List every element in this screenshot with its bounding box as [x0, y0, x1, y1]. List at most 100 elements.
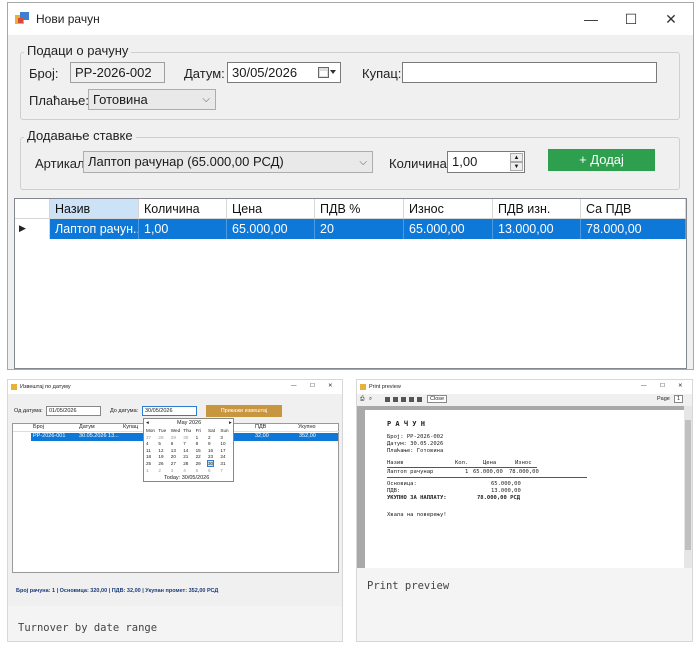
column-header[interactable]: Назив — [50, 199, 139, 219]
calendar-day[interactable]: 17 — [220, 448, 225, 453]
close-button[interactable]: ✕ — [651, 7, 691, 31]
table-cell[interactable]: 13.000,00 — [493, 219, 581, 239]
minimize-button[interactable]: — — [291, 383, 297, 389]
next-month-icon[interactable]: ▸ — [229, 420, 232, 426]
column-header[interactable]: Количина — [139, 199, 227, 219]
close-button[interactable]: ✕ — [678, 383, 683, 389]
three-pages-icon[interactable] — [401, 397, 406, 402]
calendar-day[interactable]: 27 — [146, 435, 151, 440]
column-header[interactable]: Износ — [404, 199, 493, 219]
calendar-day[interactable]: 8 — [196, 441, 199, 446]
calendar-day[interactable]: 11 — [146, 448, 151, 453]
calendar-day[interactable]: 6 — [171, 441, 174, 446]
table-cell[interactable]: Лаптоп рачун... — [50, 219, 139, 239]
column-header[interactable]: Са ПДВ — [581, 199, 686, 219]
calendar-day[interactable]: 15 — [196, 448, 201, 453]
column-header[interactable]: Цена — [227, 199, 315, 219]
maximize-button[interactable]: ☐ — [660, 383, 665, 389]
invoice-details-legend: Подаци о рачуну — [24, 43, 132, 58]
calendar-day[interactable]: 29 — [196, 461, 201, 466]
calendar-day[interactable]: 12 — [158, 448, 163, 453]
add-item-button[interactable]: + Додај — [548, 149, 655, 171]
calendar-day[interactable]: 22 — [196, 454, 201, 459]
calendar-day[interactable]: 2 — [208, 435, 211, 440]
app-icon — [11, 384, 17, 390]
status-bar: Број рачуна: 1 | Основица: 320,00 | ПДВ:… — [16, 588, 219, 594]
calendar-day[interactable]: 30 — [183, 435, 188, 440]
calendar-day[interactable]: 7 — [220, 468, 223, 473]
calendar-day[interactable]: 10 — [220, 441, 225, 446]
calendar-dropdown[interactable]: ◂ May 2026 ▸ Mon Tue Wed Thu Fri Sat Sun 27 28 29… — [143, 418, 234, 482]
calendar-day[interactable]: 27 — [171, 461, 176, 466]
table-cell[interactable]: 65.000,00 — [404, 219, 493, 239]
calendar-day[interactable]: 25 — [146, 461, 151, 466]
calendar-day[interactable]: 30 — [206, 460, 215, 467]
scrollbar-thumb[interactable] — [685, 420, 691, 550]
stepper-down-icon[interactable]: ▼ — [510, 162, 523, 171]
table-cell[interactable]: 78.000,00 — [581, 219, 686, 239]
prev-month-icon[interactable]: ◂ — [146, 420, 149, 426]
calendar-today[interactable]: Today: 30/05/2026 — [164, 475, 209, 481]
vertical-scrollbar[interactable] — [684, 406, 692, 568]
calendar-day[interactable]: 18 — [146, 454, 151, 459]
calendar-day[interactable]: 2 — [158, 468, 161, 473]
article-select[interactable]: Лаптоп рачунар (65.000,00 РСД) ⌵ — [83, 151, 373, 173]
calendar-day[interactable]: 16 — [208, 448, 213, 453]
row-header[interactable]: ▶ — [15, 219, 50, 239]
to-date-picker[interactable]: 30/05/2026 — [142, 406, 197, 416]
zoom-icon[interactable]: ⌕ — [369, 396, 372, 403]
calendar-day[interactable]: 5 — [158, 441, 161, 446]
maximize-button[interactable]: ☐ — [310, 383, 315, 389]
calendar-day[interactable]: 31 — [220, 461, 225, 466]
calendar-icon[interactable] — [318, 67, 336, 78]
show-report-button[interactable]: Прикажи извештај — [206, 405, 282, 417]
minimize-button[interactable]: — — [571, 7, 611, 31]
calendar-day[interactable]: 3 — [220, 435, 223, 440]
calendar-day[interactable]: 19 — [158, 454, 163, 459]
maximize-button[interactable]: ☐ — [611, 7, 651, 31]
close-button[interactable]: ✕ — [328, 383, 333, 389]
print-preview-thumbnail: Print preview — ☐ ✕ ⎙ ⌕ Close Page 1 Р А… — [356, 379, 693, 642]
four-pages-icon[interactable] — [409, 397, 414, 402]
minimize-button[interactable]: — — [641, 383, 647, 389]
calendar-day[interactable]: 26 — [158, 461, 163, 466]
from-date-picker[interactable]: 01/05/2026 — [46, 406, 101, 416]
calendar-day[interactable]: 28 — [158, 435, 163, 440]
date-picker[interactable]: 30/05/2026 — [227, 62, 341, 83]
calendar-day[interactable]: 5 — [196, 468, 199, 473]
quantity-stepper[interactable]: 1,00 ▲ ▼ — [447, 151, 525, 173]
column-header[interactable]: ПДВ % — [315, 199, 404, 219]
calendar-day[interactable]: 7 — [183, 441, 186, 446]
stepper-up-icon[interactable]: ▲ — [510, 153, 523, 162]
column-header[interactable]: ПДВ изн. — [493, 199, 581, 219]
calendar-day[interactable]: 13 — [171, 448, 176, 453]
calendar-day[interactable]: 24 — [220, 454, 225, 459]
calendar-day[interactable]: 29 — [171, 435, 176, 440]
calendar-day[interactable]: 4 — [146, 441, 149, 446]
six-pages-icon[interactable] — [417, 397, 422, 402]
calendar-day[interactable]: 14 — [183, 448, 188, 453]
buyer-field[interactable] — [402, 62, 657, 83]
calendar-day[interactable]: 9 — [208, 441, 211, 446]
table-cell[interactable]: 65.000,00 — [227, 219, 315, 239]
calendar-month[interactable]: May 2026 — [177, 420, 201, 426]
calendar-day[interactable]: 23 — [208, 454, 213, 459]
doc-total-label: УКУПНО ЗА НАПЛАТУ: — [387, 495, 447, 501]
calendar-day[interactable]: 28 — [183, 461, 188, 466]
calendar-day[interactable]: 4 — [183, 468, 186, 473]
one-page-icon[interactable] — [385, 397, 390, 402]
payment-select[interactable]: Готовина ⌵ — [88, 89, 216, 110]
calendar-day[interactable]: 20 — [171, 454, 176, 459]
calendar-day[interactable]: 3 — [171, 468, 174, 473]
print-icon[interactable]: ⎙ — [360, 396, 364, 403]
calendar-day[interactable]: 6 — [208, 468, 211, 473]
table-cell[interactable]: 20 — [315, 219, 404, 239]
number-field[interactable]: РР-2026-002 — [70, 62, 165, 83]
close-preview-button[interactable]: Close — [427, 395, 448, 403]
calendar-day[interactable]: 1 — [146, 468, 149, 473]
calendar-day[interactable]: 21 — [183, 454, 188, 459]
table-cell[interactable]: 1,00 — [139, 219, 227, 239]
calendar-day[interactable]: 1 — [196, 435, 199, 440]
two-pages-icon[interactable] — [393, 397, 398, 402]
page-stepper[interactable]: 1 — [674, 395, 684, 403]
